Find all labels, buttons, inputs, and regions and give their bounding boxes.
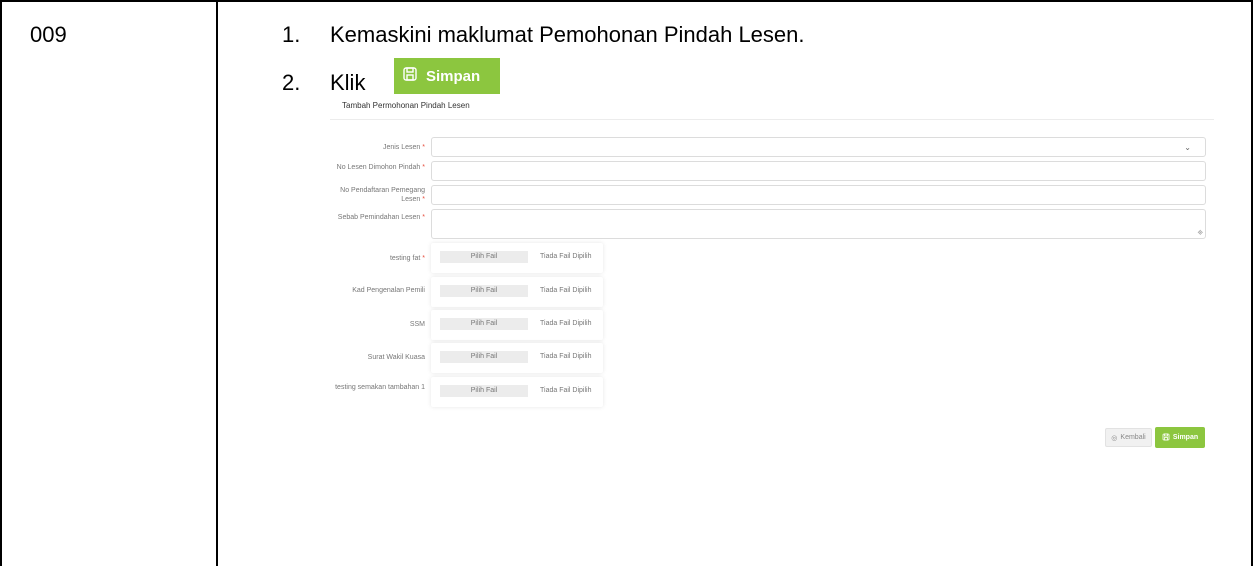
back-icon: ◎ [1111,434,1118,442]
choose-file-button[interactable]: Pilih Fail [440,351,528,363]
step-text: Kemaskini maklumat Pemohonan Pindah Lese… [330,22,805,47]
upload-label-surat-wakil-kuasa: Surat Wakil Kuasa [367,354,425,361]
step-number: 1. [282,22,301,47]
upload-card: Pilih Fail Tiada Fail Dipilih [431,243,603,273]
jenis-lesen-select[interactable]: ⌄ [431,137,1206,157]
upload-label-kad-pengenalan: Kad Pengenalan Pemili [352,287,425,294]
choose-file-button[interactable]: Pilih Fail [440,251,528,263]
step-text: Klik [330,70,366,95]
sebab-textarea[interactable]: ≡ [431,209,1206,239]
chevron-down-icon: ⌄ [1184,143,1191,152]
upload-card: Pilih Fail Tiada Fail Dipilih [431,343,603,373]
upload-card: Pilih Fail Tiada Fail Dipilih [431,277,603,307]
file-status: Tiada Fail Dipilih [540,353,592,360]
no-lesen-input[interactable] [431,161,1206,181]
no-pendaftaran-input[interactable] [431,185,1206,205]
step-table [0,0,1253,566]
field-label-no-lesen: No Lesen Dimohon Pindah * [336,164,425,171]
save-icon [402,66,418,86]
choose-file-button[interactable]: Pilih Fail [440,385,528,397]
choose-file-button[interactable]: Pilih Fail [440,285,528,297]
file-status: Tiada Fail Dipilih [540,387,592,394]
back-button[interactable]: ◎ Kembali [1105,428,1152,447]
save-button[interactable]: Simpan [1155,427,1205,448]
inline-save-button: Simpan [394,58,500,94]
form-title: Tambah Permohonan Pindah Lesen [342,101,470,110]
save-label: Simpan [1172,434,1199,441]
column-divider [216,0,218,566]
step-number: 2. [282,70,301,95]
file-status: Tiada Fail Dipilih [540,253,592,260]
field-label-jenis-lesen: Jenis Lesen * [382,144,425,151]
step-id: 009 [30,22,67,47]
form-divider [330,119,1214,120]
upload-label-testing-fat: testing fat * [389,255,425,262]
upload-card: Pilih Fail Tiada Fail Dipilih [431,310,603,340]
choose-file-button[interactable]: Pilih Fail [440,318,528,330]
file-status: Tiada Fail Dipilih [540,287,592,294]
field-label-sebab: Sebab Pemindahan Lesen * [337,214,425,221]
resize-handle-icon[interactable]: ≡ [1196,228,1206,238]
upload-label-ssm: SSM [409,321,425,328]
save-icon [1162,433,1170,443]
upload-card: Pilih Fail Tiada Fail Dipilih [431,377,603,407]
field-label-no-pendaftaran: No Pendaftaran Pemegang Lesen * [340,187,425,203]
upload-label-testing-semakan: testing semakan tambahan 1 [335,384,425,391]
inline-save-label: Simpan [426,67,481,85]
file-status: Tiada Fail Dipilih [540,320,592,327]
back-label: Kembali [1120,434,1146,441]
